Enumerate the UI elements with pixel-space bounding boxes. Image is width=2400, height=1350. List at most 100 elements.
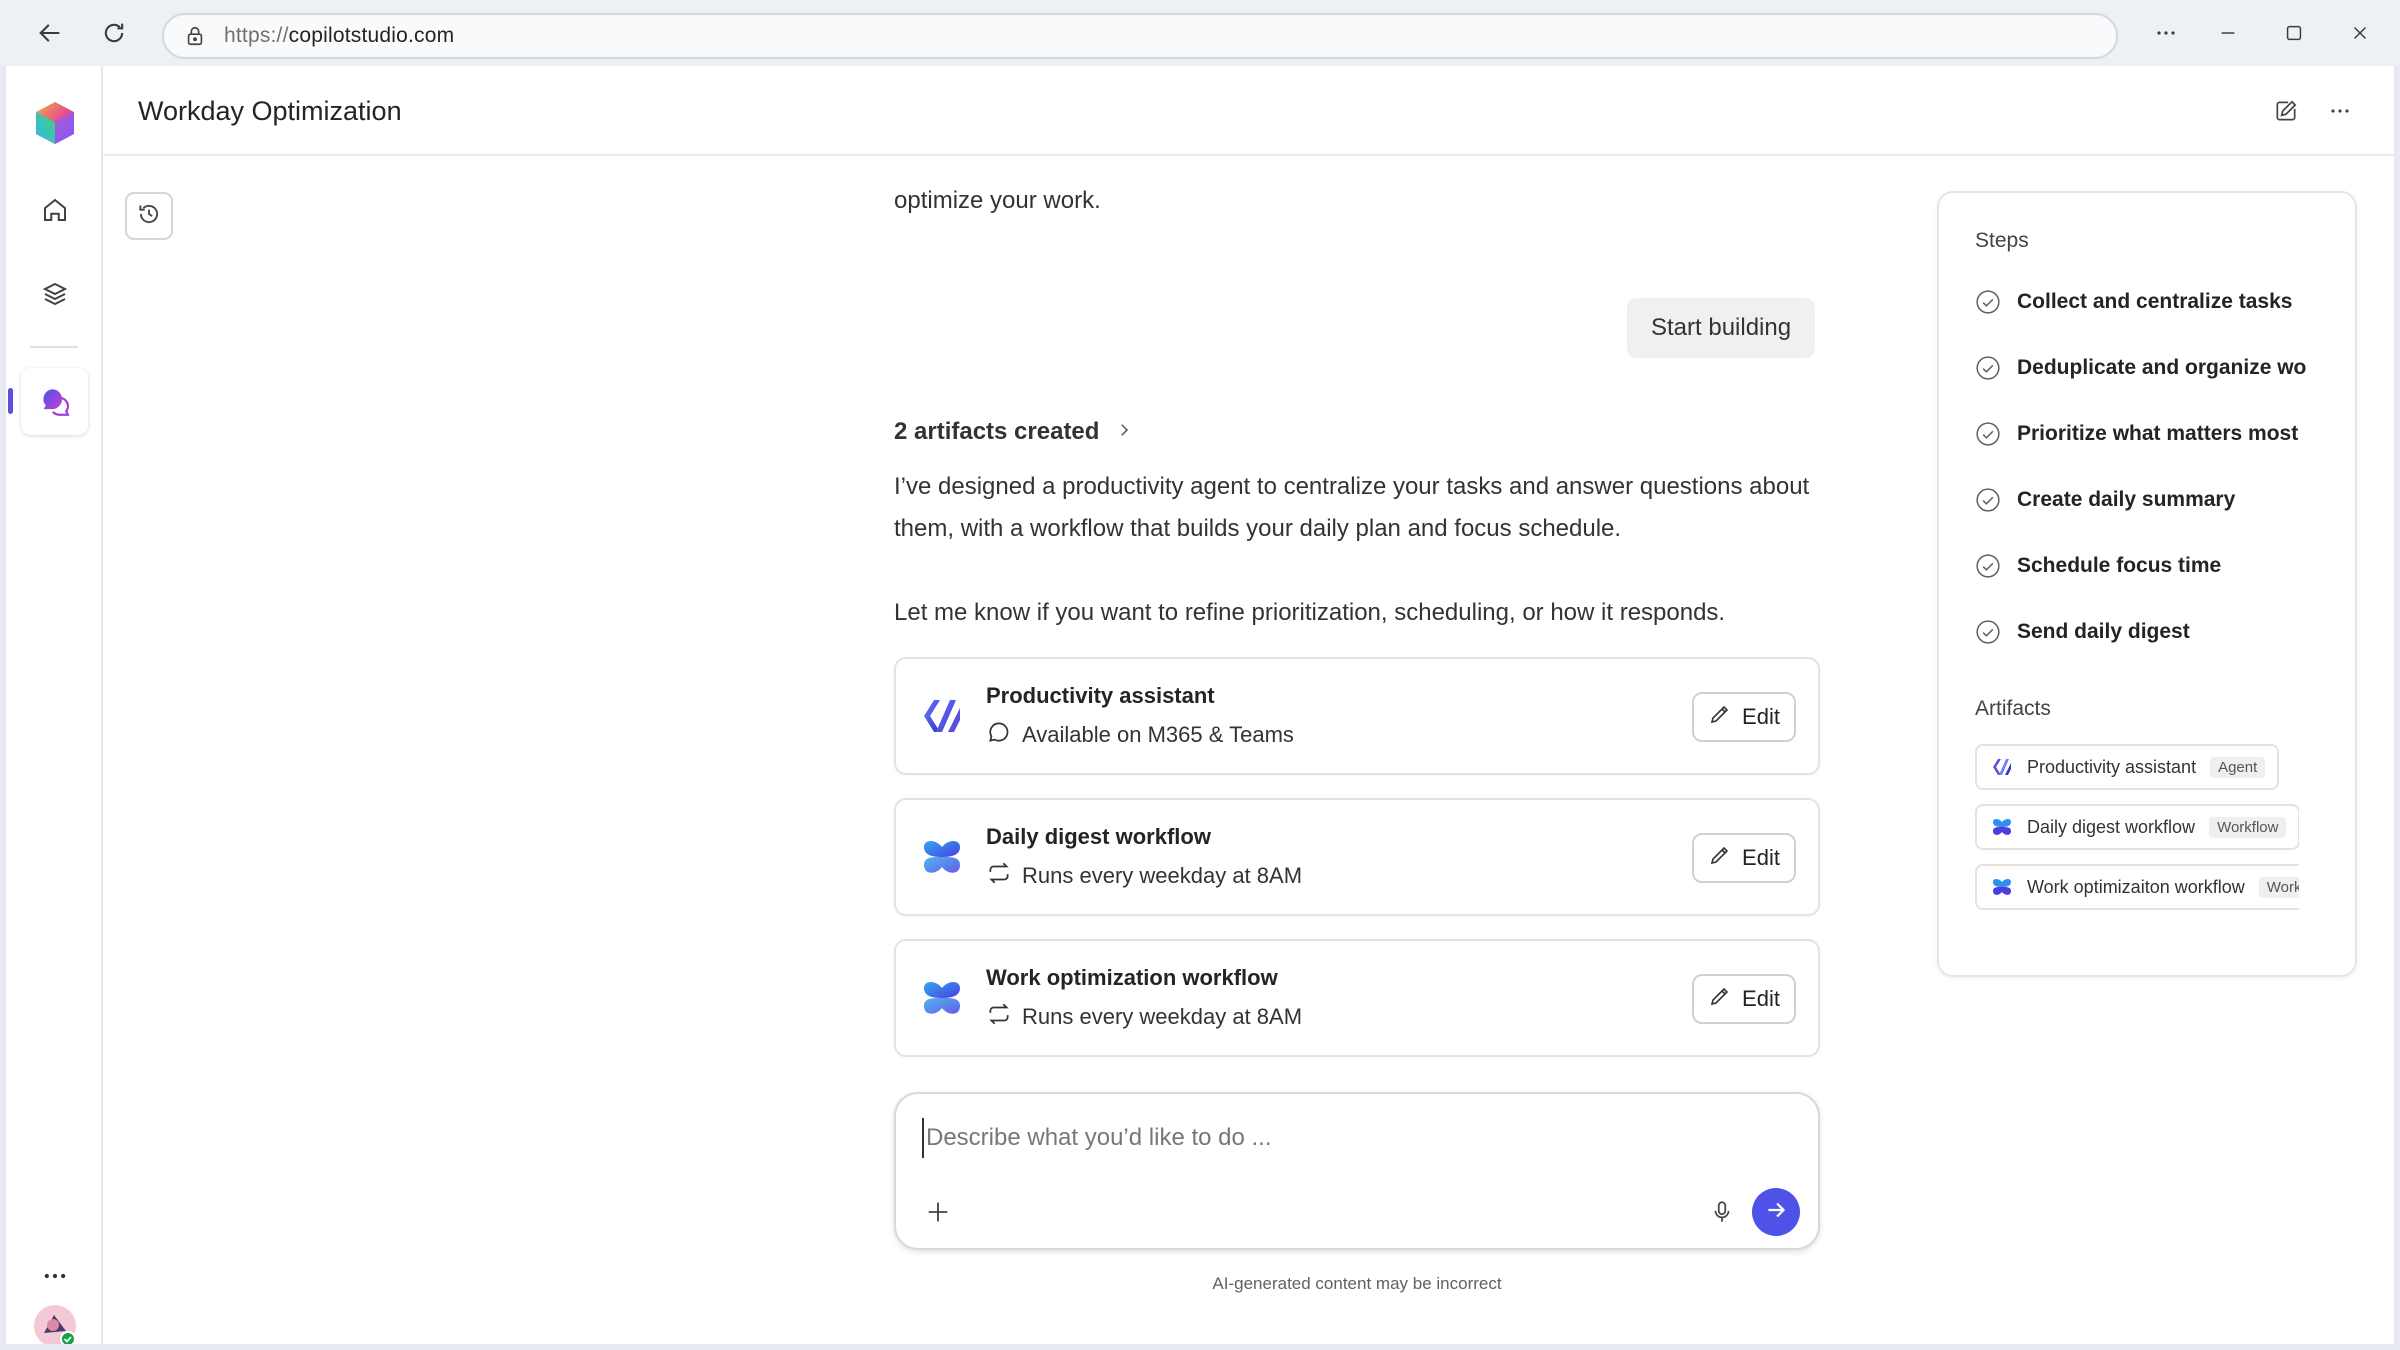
card-subtitle: Runs every weekday at 8AM (986, 1001, 1302, 1033)
card-subtitle: Runs every weekday at 8AM (986, 860, 1302, 892)
artifact-chip-clip: Work optimizaiton workflow Workflow (1975, 864, 2299, 924)
workflow-icon (920, 976, 964, 1020)
message-composer (894, 1092, 1820, 1250)
rail-active-indicator (8, 388, 13, 414)
check-circle-icon (1976, 620, 2000, 644)
chat-bubble-icon (986, 719, 1012, 751)
card-subtitle-text: Runs every weekday at 8AM (1022, 863, 1303, 888)
new-chat-icon[interactable] (2269, 94, 2303, 128)
artifact-chip-name: Daily digest workflow (2027, 816, 2196, 837)
pencil-icon (1708, 702, 1732, 732)
check-circle-icon (1976, 422, 2000, 446)
repeat-icon (986, 860, 1012, 892)
step-item: Schedule focus time (1975, 553, 2221, 579)
history-icon (136, 201, 162, 232)
step-item: Collect and centralize tasks (1975, 289, 2292, 315)
address-bar[interactable]: https://copilotstudio.com (162, 13, 2118, 59)
artifact-chip-name: Work optimizaiton workflow (2027, 876, 2245, 897)
check-circle-icon (1976, 290, 2000, 314)
card-title: Work optimization workflow (986, 965, 1278, 990)
artifact-card-productivity-assistant[interactable]: Productivity assistant Available on M365… (894, 657, 1820, 775)
more-icon[interactable] (2148, 15, 2184, 51)
artifact-chip-name: Productivity assistant (2027, 756, 2197, 777)
url-text: https://copilotstudio.com (224, 24, 455, 47)
step-label: Collect and centralize tasks (2017, 290, 2293, 313)
check-circle-icon (1976, 356, 2000, 380)
agent-icon (920, 694, 964, 738)
page-title: Workday Optimization (138, 96, 402, 126)
step-label: Schedule focus time (2017, 554, 2222, 577)
maximize-icon[interactable] (2276, 15, 2312, 51)
send-button[interactable] (1752, 1188, 1800, 1236)
chat-icon[interactable] (21, 368, 88, 435)
artifact-chip-clip: Productivity assistant Agent (1975, 744, 2299, 804)
edit-button[interactable]: Edit (1692, 974, 1796, 1024)
plan-panel: Steps Collect and centralize tasks Dedup… (1937, 191, 2357, 977)
artifact-chip-tag: Workflow (2209, 816, 2287, 838)
close-icon[interactable] (2342, 15, 2378, 51)
edit-label: Edit (1742, 704, 1780, 729)
artifacts-created-link[interactable]: 2 artifacts created (894, 418, 1133, 446)
step-item: Create daily summary (1975, 487, 2235, 513)
card-subtitle: Available on M365 & Teams (986, 719, 1294, 751)
rail-divider (30, 346, 78, 348)
card-subtitle-text: Available on M365 & Teams (1022, 722, 1294, 747)
chevron-right-icon (1115, 418, 1133, 446)
card-title: Productivity assistant (986, 683, 1215, 708)
browser-toolbar: https://copilotstudio.com (0, 0, 2400, 66)
add-icon[interactable] (920, 1194, 956, 1230)
check-circle-icon (1976, 488, 2000, 512)
page-header: Workday Optimization (103, 66, 2394, 156)
edit-label: Edit (1742, 845, 1780, 870)
artifact-chip-clip: Daily digest workflow Workflow (1975, 804, 2299, 864)
pencil-icon (1708, 984, 1732, 1014)
artifacts-created-label: 2 artifacts created (894, 418, 1100, 445)
repeat-icon (986, 1001, 1012, 1033)
layers-icon[interactable] (21, 260, 88, 327)
avatar[interactable] (21, 1292, 88, 1344)
home-icon[interactable] (21, 176, 88, 243)
previous-message-text: optimize your work. (894, 187, 1101, 214)
artifact-card-daily-digest-workflow[interactable]: Daily digest workflow Runs every weekday… (894, 798, 1820, 916)
step-item: Deduplicate and organize wo (1975, 355, 2306, 381)
artifact-chip[interactable]: Productivity assistant Agent (1975, 744, 2280, 790)
left-rail (6, 66, 103, 1344)
steps-heading: Steps (1975, 229, 2029, 252)
workflow-icon (920, 835, 964, 879)
edit-button[interactable]: Edit (1692, 833, 1796, 883)
artifact-chip[interactable]: Work optimizaiton workflow Workflow (1975, 864, 2299, 910)
edit-button[interactable]: Edit (1692, 692, 1796, 742)
minimize-icon[interactable] (2210, 15, 2246, 51)
step-label: Create daily summary (2017, 488, 2236, 511)
message-input[interactable] (922, 1118, 1782, 1158)
copilot-studio-logo-icon[interactable] (21, 89, 88, 156)
step-item: Prioritize what matters most (1975, 421, 2298, 447)
artifact-chip-tag: Agent (2210, 756, 2266, 778)
card-title: Daily digest workflow (986, 824, 1211, 849)
step-label: Prioritize what matters most (2017, 422, 2299, 445)
card-subtitle-text: Runs every weekday at 8AM (1022, 1004, 1303, 1029)
lock-icon (184, 23, 210, 49)
edit-label: Edit (1742, 986, 1780, 1011)
check-circle-icon (1976, 554, 2000, 578)
artifact-chip-tag: Workflow (2258, 876, 2299, 898)
step-label: Send daily digest (2017, 620, 2190, 643)
assistant-reply: I’ve designed a productivity agent to ce… (894, 466, 1824, 634)
ai-disclaimer: AI-generated content may be incorrect (1212, 1274, 1502, 1293)
refresh-icon[interactable] (96, 15, 132, 51)
agent-icon (1993, 759, 2011, 775)
user-message-bubble: Start building (1627, 298, 1816, 358)
header-more-icon[interactable] (2323, 94, 2357, 128)
back-icon[interactable] (32, 15, 68, 51)
history-button[interactable] (125, 192, 173, 240)
artifact-card-work-optimization-workflow[interactable]: Work optimization workflow Runs every we… (894, 939, 1820, 1057)
workflow-icon (1993, 819, 2011, 835)
send-arrow-icon (1763, 1197, 1789, 1228)
pencil-icon (1708, 843, 1732, 873)
microphone-icon[interactable] (1706, 1196, 1738, 1228)
artifacts-heading: Artifacts (1975, 697, 2051, 720)
step-label: Deduplicate and organize wo (2017, 356, 2307, 379)
reply-paragraph: I’ve designed a productivity agent to ce… (894, 473, 1810, 542)
workflow-icon (1993, 879, 2011, 895)
artifact-chip[interactable]: Daily digest workflow Workflow (1975, 804, 2299, 850)
